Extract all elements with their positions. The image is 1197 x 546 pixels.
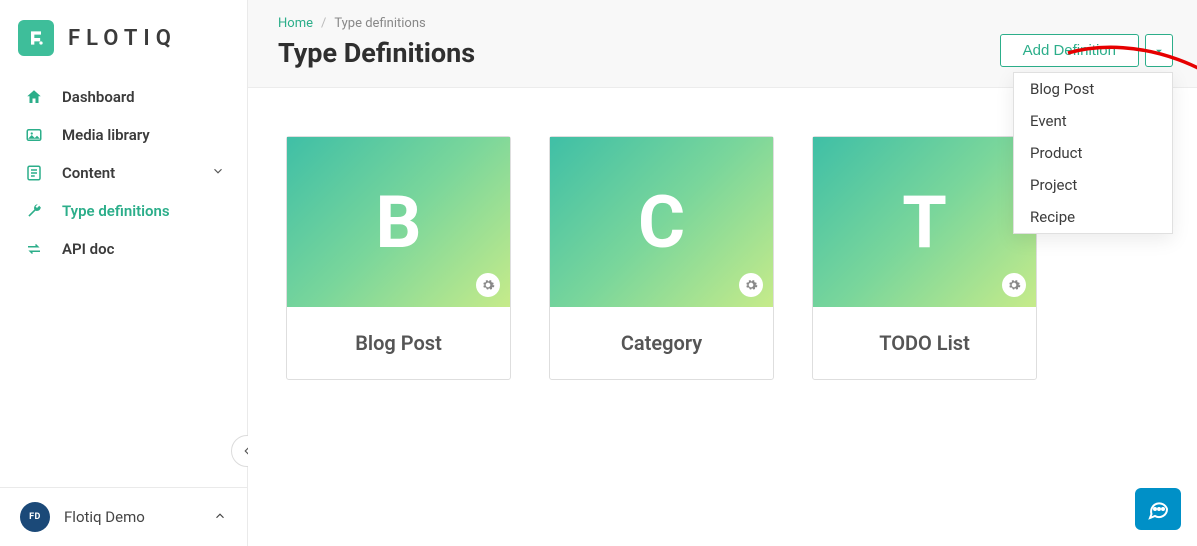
add-definition-group: Add Definition [1000, 34, 1173, 67]
wrench-icon [24, 202, 44, 220]
avatar: FD [20, 502, 50, 532]
topbar: Home / Type definitions Type Definitions… [248, 0, 1197, 88]
breadcrumb: Home / Type definitions [278, 16, 1167, 31]
breadcrumb-home[interactable]: Home [278, 16, 313, 31]
sidebar-item-media[interactable]: Media library [0, 116, 247, 154]
chevron-up-icon [213, 508, 227, 527]
user-name: Flotiq Demo [64, 508, 145, 526]
breadcrumb-current: Type definitions [334, 16, 425, 31]
sidebar-item-content[interactable]: Content [0, 154, 247, 192]
card-settings-button[interactable] [476, 273, 500, 297]
chat-icon [1146, 497, 1170, 521]
sidebar-item-label: API doc [62, 240, 114, 258]
card-settings-button[interactable] [1002, 273, 1026, 297]
gear-icon [744, 278, 758, 292]
sidebar-item-dashboard[interactable]: Dashboard [0, 78, 247, 116]
dropdown-item-recipe[interactable]: Recipe [1014, 201, 1172, 233]
card-settings-button[interactable] [739, 273, 763, 297]
logo[interactable]: FLOTIQ [0, 0, 247, 78]
dropdown-item-blog-post[interactable]: Blog Post [1014, 73, 1172, 105]
card-letter: C [638, 180, 685, 265]
sidebar-item-api-doc[interactable]: API doc [0, 230, 247, 268]
image-icon [24, 126, 44, 144]
caret-down-icon [1154, 46, 1164, 56]
user-menu[interactable]: FD Flotiq Demo [0, 487, 247, 546]
card-label: Blog Post [287, 307, 510, 379]
card-header: C [550, 137, 773, 307]
type-card-blog-post[interactable]: B Blog Post [286, 136, 511, 380]
add-definition-button[interactable]: Add Definition [1000, 34, 1139, 67]
sidebar-item-label: Type definitions [62, 202, 170, 220]
logo-mark-icon [18, 20, 54, 56]
breadcrumb-separator: / [321, 16, 326, 31]
sidebar-item-label: Dashboard [62, 88, 135, 106]
type-card-todo-list[interactable]: T TODO List [812, 136, 1037, 380]
card-label: TODO List [813, 307, 1036, 379]
gear-icon [1007, 278, 1021, 292]
card-header: B [287, 137, 510, 307]
dropdown-item-event[interactable]: Event [1014, 105, 1172, 137]
type-card-category[interactable]: C Category [549, 136, 774, 380]
sidebar: FLOTIQ Dashboard Media library Content [0, 0, 248, 546]
logo-text: FLOTIQ [68, 26, 177, 51]
chat-button[interactable] [1135, 488, 1181, 530]
doc-icon [24, 164, 44, 182]
dropdown-item-project[interactable]: Project [1014, 169, 1172, 201]
home-icon [24, 88, 44, 106]
sidebar-item-label: Content [62, 164, 115, 182]
chevron-down-icon [211, 164, 225, 182]
main-content: Home / Type definitions Type Definitions… [248, 0, 1197, 546]
dropdown-item-product[interactable]: Product [1014, 137, 1172, 169]
swap-icon [24, 240, 44, 258]
card-letter: B [376, 180, 422, 265]
sidebar-item-type-definitions[interactable]: Type definitions [0, 192, 247, 230]
card-header: T [813, 137, 1036, 307]
add-definition-caret-button[interactable] [1145, 34, 1173, 67]
add-definition-dropdown: Blog Post Event Product Project Recipe [1013, 72, 1173, 234]
card-letter: T [902, 180, 947, 265]
gear-icon [481, 278, 495, 292]
sidebar-nav: Dashboard Media library Content [0, 78, 247, 268]
card-label: Category [550, 307, 773, 379]
sidebar-item-label: Media library [62, 126, 150, 144]
